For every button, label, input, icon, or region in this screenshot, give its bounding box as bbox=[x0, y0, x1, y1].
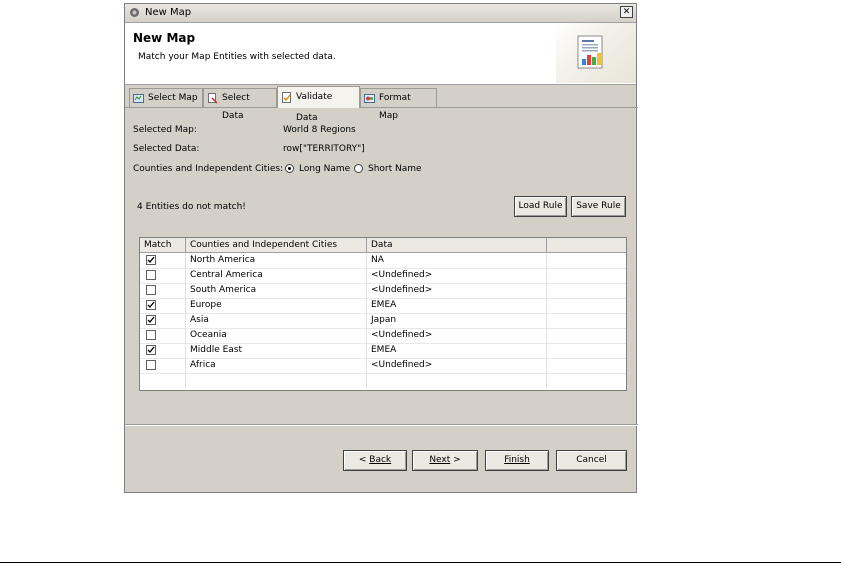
new-map-dialog: New Map ✕ New Map Match your Map Entitie… bbox=[124, 3, 638, 493]
tab-label: Select Map bbox=[148, 93, 198, 103]
table-row-empty bbox=[140, 373, 626, 388]
header-banner bbox=[556, 23, 636, 83]
tab-select-map[interactable]: Select Map bbox=[129, 88, 203, 107]
data-value-cell[interactable]: <Undefined> bbox=[367, 268, 547, 283]
entity-name-cell: South America bbox=[186, 283, 367, 298]
back-button[interactable]: < Back bbox=[343, 450, 407, 471]
tab-label: Validate Data bbox=[296, 92, 333, 123]
column-header-match[interactable]: Match bbox=[140, 238, 186, 252]
checkmark-icon bbox=[147, 346, 155, 354]
tab-validate-data[interactable]: Validate Data bbox=[277, 86, 360, 123]
chart-document-icon bbox=[577, 35, 603, 69]
entity-name-cell: Middle East bbox=[186, 343, 367, 358]
selected-data-value: row["TERRITORY"] bbox=[283, 144, 365, 154]
entity-name-cell: Europe bbox=[186, 298, 367, 313]
cancel-button[interactable]: Cancel bbox=[556, 450, 627, 471]
entity-name-cell: North America bbox=[186, 253, 367, 268]
wizard-header: New Map Match your Map Entities with sel… bbox=[125, 23, 636, 85]
column-header-extra bbox=[547, 238, 626, 252]
entity-name-cell: Africa bbox=[186, 358, 367, 373]
match-checkbox[interactable] bbox=[146, 360, 156, 370]
close-button[interactable]: ✕ bbox=[620, 6, 633, 18]
match-checkbox[interactable] bbox=[146, 330, 156, 340]
entity-name-cell: Asia bbox=[186, 313, 367, 328]
match-checkbox[interactable] bbox=[146, 300, 156, 310]
selected-data-label: Selected Data: bbox=[133, 144, 200, 154]
table-row[interactable]: Europe EMEA bbox=[140, 298, 626, 314]
tab-format-map[interactable]: Format Map bbox=[360, 88, 437, 121]
long-name-label[interactable]: Long Name bbox=[299, 164, 350, 174]
data-value-cell[interactable]: NA bbox=[367, 253, 547, 268]
entity-name-cell: Oceania bbox=[186, 328, 367, 343]
table-row[interactable]: Oceania <Undefined> bbox=[140, 328, 626, 344]
column-header-data[interactable]: Data bbox=[367, 238, 547, 252]
checkmark-icon bbox=[147, 256, 155, 264]
wizard-tabs: Select Map Select Data Validate Data For… bbox=[129, 86, 634, 123]
match-checkbox[interactable] bbox=[146, 315, 156, 325]
table-row[interactable]: Central America <Undefined> bbox=[140, 268, 626, 284]
status-message: 4 Entities do not match! bbox=[137, 202, 246, 212]
data-value-cell[interactable]: EMEA bbox=[367, 343, 547, 358]
tab-select-data[interactable]: Select Data bbox=[203, 88, 277, 121]
column-header-entity[interactable]: Counties and Independent Cities bbox=[186, 238, 367, 252]
table-row[interactable]: Africa <Undefined> bbox=[140, 358, 626, 374]
title-bar: New Map ✕ bbox=[125, 4, 636, 23]
data-value-cell[interactable]: <Undefined> bbox=[367, 283, 547, 298]
page-description: Match your Map Entities with selected da… bbox=[138, 52, 336, 62]
short-name-label[interactable]: Short Name bbox=[368, 164, 422, 174]
checkmark-icon bbox=[147, 316, 155, 324]
short-name-radio[interactable] bbox=[354, 164, 363, 173]
data-value-cell[interactable]: <Undefined> bbox=[367, 328, 547, 343]
selected-map-label: Selected Map: bbox=[133, 125, 197, 135]
entity-name-cell: Central America bbox=[186, 268, 367, 283]
long-name-radio[interactable] bbox=[285, 164, 294, 173]
data-value-cell[interactable]: <Undefined> bbox=[367, 358, 547, 373]
map-icon bbox=[133, 94, 144, 103]
save-rule-button[interactable]: Save Rule bbox=[571, 196, 626, 217]
page-rule bbox=[0, 562, 841, 563]
next-button[interactable]: Next > bbox=[412, 450, 478, 471]
match-table: Match Counties and Independent Cities Da… bbox=[139, 237, 627, 391]
app-icon bbox=[130, 8, 139, 17]
tab-divider bbox=[125, 107, 638, 108]
table-header: Match Counties and Independent Cities Da… bbox=[140, 238, 626, 253]
window-title: New Map bbox=[145, 7, 192, 18]
close-icon: ✕ bbox=[622, 7, 631, 17]
name-type-label: Counties and Independent Cities: bbox=[133, 164, 284, 174]
data-icon bbox=[208, 93, 218, 104]
load-rule-button[interactable]: Load Rule bbox=[514, 196, 567, 217]
match-checkbox[interactable] bbox=[146, 285, 156, 295]
table-row[interactable]: North America NA bbox=[140, 253, 626, 269]
selected-map-value: World 8 Regions bbox=[283, 125, 356, 135]
data-value-cell[interactable]: EMEA bbox=[367, 298, 547, 313]
checkmark-icon bbox=[147, 301, 155, 309]
table-row[interactable]: Middle East EMEA bbox=[140, 343, 626, 359]
finish-button[interactable]: Finish bbox=[485, 450, 549, 471]
page-title: New Map bbox=[133, 31, 196, 45]
table-row[interactable]: Asia Japan bbox=[140, 313, 626, 329]
match-checkbox[interactable] bbox=[146, 345, 156, 355]
data-value-cell[interactable]: Japan bbox=[367, 313, 547, 328]
validate-icon bbox=[282, 92, 291, 103]
table-row[interactable]: South America <Undefined> bbox=[140, 283, 626, 299]
match-checkbox[interactable] bbox=[146, 255, 156, 265]
match-checkbox[interactable] bbox=[146, 270, 156, 280]
format-icon bbox=[364, 94, 375, 103]
